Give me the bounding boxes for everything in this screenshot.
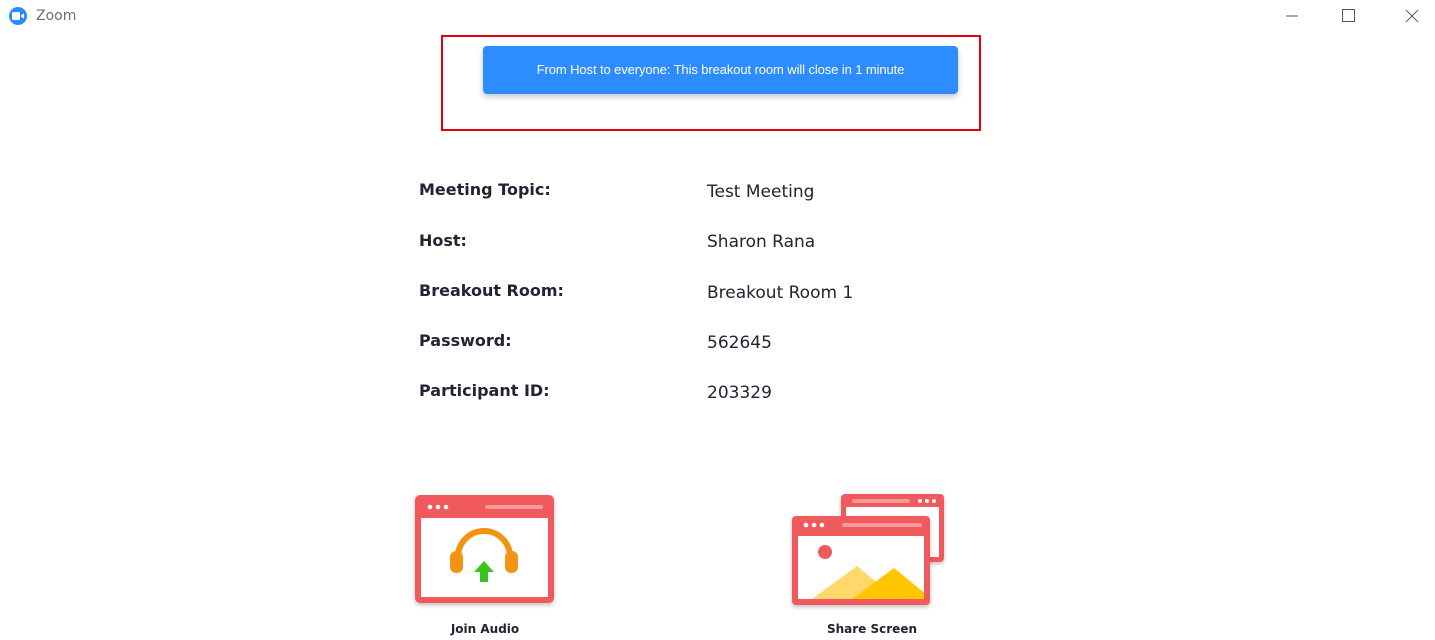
share-screen-button[interactable]: Share Screen	[782, 488, 962, 640]
participant-id-value: 203329	[707, 383, 772, 403]
maximize-icon	[1342, 9, 1355, 22]
close-button[interactable]	[1389, 0, 1433, 32]
host-value: Sharon Rana	[707, 232, 816, 252]
breakout-room-label: Breakout Room:	[419, 281, 564, 300]
close-icon	[1405, 9, 1419, 23]
share-screen-label: Share Screen	[826, 622, 917, 636]
share-screen-icon	[792, 494, 944, 605]
breakout-room-value: Breakout Room 1	[707, 283, 854, 303]
join-audio-label: Join Audio	[450, 622, 520, 636]
meeting-topic-value: Test Meeting	[707, 182, 815, 202]
notification-banner: From Host to everyone: This breakout roo…	[483, 46, 958, 94]
participant-id-label: Participant ID:	[419, 381, 550, 400]
title-bar: Zoom	[0, 0, 1435, 32]
minimize-button[interactable]	[1270, 0, 1314, 32]
host-label: Host:	[419, 231, 467, 250]
maximize-button[interactable]	[1326, 0, 1370, 32]
headphones-icon	[415, 495, 554, 603]
minimize-icon	[1286, 15, 1298, 17]
notification-message: From Host to everyone: This breakout roo…	[536, 62, 905, 77]
meeting-topic-label: Meeting Topic:	[419, 180, 551, 199]
window-title: Zoom	[36, 8, 77, 24]
password-value: 562645	[707, 333, 772, 353]
password-label: Password:	[419, 331, 512, 350]
zoom-camera-icon	[9, 7, 27, 25]
join-audio-button[interactable]: Join Audio	[405, 488, 565, 640]
